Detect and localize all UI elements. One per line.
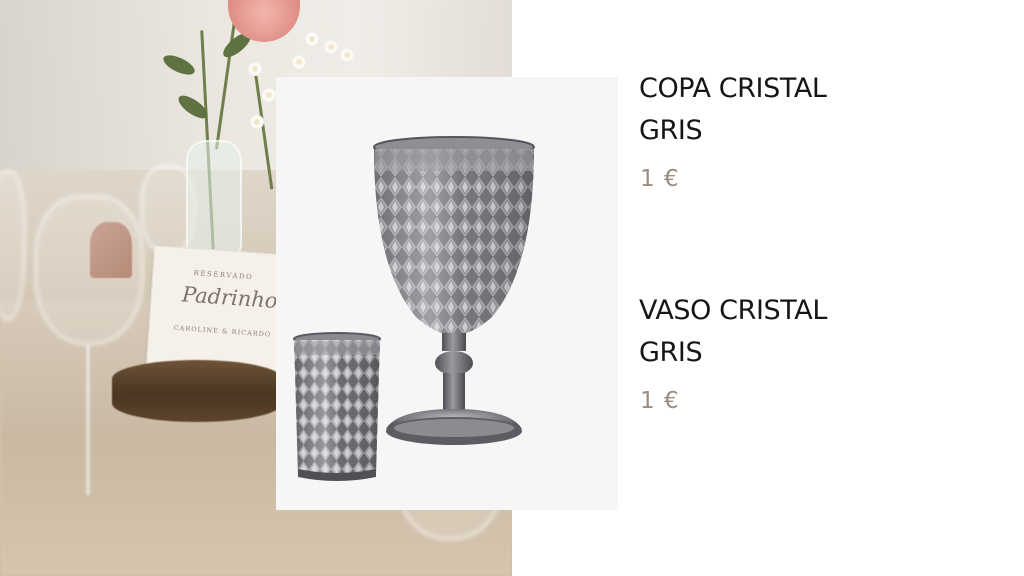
daisy xyxy=(340,48,354,62)
blurred-glass-stem xyxy=(86,345,90,495)
daisy xyxy=(248,62,262,76)
goblet-icon xyxy=(373,136,535,445)
place-card: RESERVADO Padrinhos CAROLINE & RICARDO xyxy=(145,245,295,377)
daisy xyxy=(305,32,319,46)
product-price-copa: 1 € xyxy=(640,166,680,192)
bud-vase xyxy=(186,140,242,255)
daisy xyxy=(262,88,276,102)
product-price-vaso: 1 € xyxy=(640,388,680,414)
product-title-vaso: VASO CRISTAL GRIS xyxy=(639,295,828,368)
product-title-copa: COPA CRISTAL GRIS xyxy=(639,73,827,146)
blurred-glass xyxy=(0,170,26,320)
tumbler-icon xyxy=(293,332,381,481)
place-card-title: RESERVADO xyxy=(193,269,254,282)
grey-glassware-illustration xyxy=(293,136,535,481)
daisy xyxy=(324,40,338,54)
folded-napkin xyxy=(90,222,132,278)
wood-slice xyxy=(112,360,282,422)
daisy xyxy=(250,115,264,129)
place-card-script: Padrinhos xyxy=(181,282,290,314)
place-card-names: CAROLINE & RICARDO xyxy=(173,323,272,339)
product-photo xyxy=(276,77,618,510)
daisy xyxy=(292,55,306,69)
